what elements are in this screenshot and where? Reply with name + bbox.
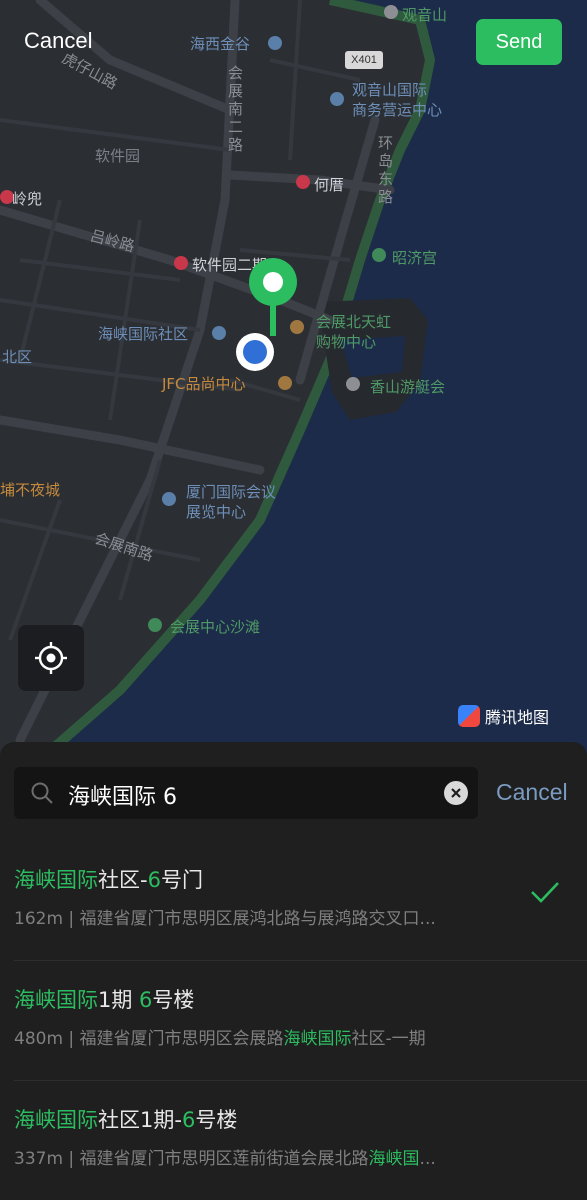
search-icon (31, 782, 53, 804)
map-label-hecuo: 何厝 (314, 176, 345, 194)
road-label-huandao-east: 环岛东路 (378, 134, 394, 206)
map-label-north-district: 北区 (2, 348, 33, 366)
map-label-xiangshan-yacht: 香山游艇会 (370, 378, 446, 396)
map-label-jfc: JFC品尚中心 (162, 375, 246, 393)
map-label-software-park: 软件园 (95, 147, 141, 165)
poi-icon (330, 92, 344, 106)
result-address: 480m | 福建省厦门市思明区会展路海峡国际社区-一期 (14, 1029, 426, 1049)
map-label-guanyinshan: 观音山 (402, 6, 448, 24)
search-panel: 海峡国际 6 Cancel 海峡国际社区-6号门 162m | 福建省厦门市思明… (0, 742, 587, 1200)
result-address: 162m | 福建省厦门市思明区展鸿北路与展鸿路交叉口... (14, 909, 436, 929)
map-canvas[interactable] (0, 0, 587, 760)
poi-icon (212, 326, 226, 340)
map-view[interactable]: Cancel Send 海西金谷 观音山 X401 虎仔山路 会展南二路 观音山… (0, 0, 587, 760)
poi-icon (384, 5, 398, 19)
result-item[interactable]: 海峡国际1期 6号楼 480m | 福建省厦门市思明区会展路海峡国际社区-一期 (0, 962, 587, 1074)
map-label-haixia-community: 海峡国际社区 (98, 325, 189, 343)
poi-icon (278, 376, 292, 390)
map-label-beach: 会展中心沙滩 (170, 618, 261, 636)
map-label-lingdou: 岭兜 (12, 190, 43, 208)
result-title: 海峡国际1期 6号楼 (14, 988, 195, 1012)
result-item[interactable]: 海峡国际社区1期-6号楼 337m | 福建省厦门市思明区莲前街道会展北路海峡国… (0, 1082, 587, 1194)
map-label-shengji-palace: 昭济宫 (392, 249, 438, 267)
search-query[interactable]: 海峡国际 6 (68, 779, 177, 811)
cancel-button[interactable]: Cancel (24, 28, 92, 54)
poi-icon (346, 377, 360, 391)
current-location-marker (236, 333, 274, 371)
brand-label: 腾讯地图 (485, 708, 550, 727)
poi-icon (148, 618, 162, 632)
result-address: 337m | 福建省厦门市思明区莲前街道会展北路海峡国... (14, 1149, 436, 1169)
cancel-search-button[interactable]: Cancel (496, 779, 568, 806)
poi-icon (296, 175, 310, 189)
location-pin-icon[interactable] (247, 258, 299, 338)
result-title: 海峡国际社区1期-6号楼 (14, 1108, 238, 1132)
poi-icon (268, 36, 282, 50)
crosshair-icon (35, 642, 67, 674)
tencent-map-logo-icon (458, 705, 480, 727)
locate-me-button[interactable] (18, 625, 84, 691)
map-label-xiamen-convention: 厦门国际会议 展览中心 (186, 483, 277, 521)
map-label-guanyinshan-center: 观音山国际 商务营运中心 (352, 81, 443, 119)
poi-icon (162, 492, 176, 506)
clear-search-icon[interactable] (444, 781, 468, 805)
map-brand: 腾讯地图 (458, 704, 549, 728)
map-label-haixi-jingu: 海西金谷 (190, 35, 251, 53)
map-label-huizhan-tianhong: 会展北天虹 购物中心 (316, 313, 392, 351)
poi-icon (372, 248, 386, 262)
divider (14, 960, 587, 961)
checkmark-icon (531, 882, 559, 903)
poi-icon (174, 256, 188, 270)
road-label-huizhan-nan: 会展南二路 (228, 64, 244, 154)
search-input[interactable]: 海峡国际 6 (14, 767, 478, 819)
result-item[interactable]: 海峡国际社区-6号门 162m | 福建省厦门市思明区展鸿北路与展鸿路交叉口..… (0, 842, 587, 954)
road-sign-x401: X401 (345, 51, 383, 69)
divider (14, 1080, 587, 1081)
result-title: 海峡国际社区-6号门 (14, 868, 203, 892)
map-label-night-market: 埔不夜城 (0, 481, 61, 499)
send-button[interactable]: Send (476, 19, 562, 65)
